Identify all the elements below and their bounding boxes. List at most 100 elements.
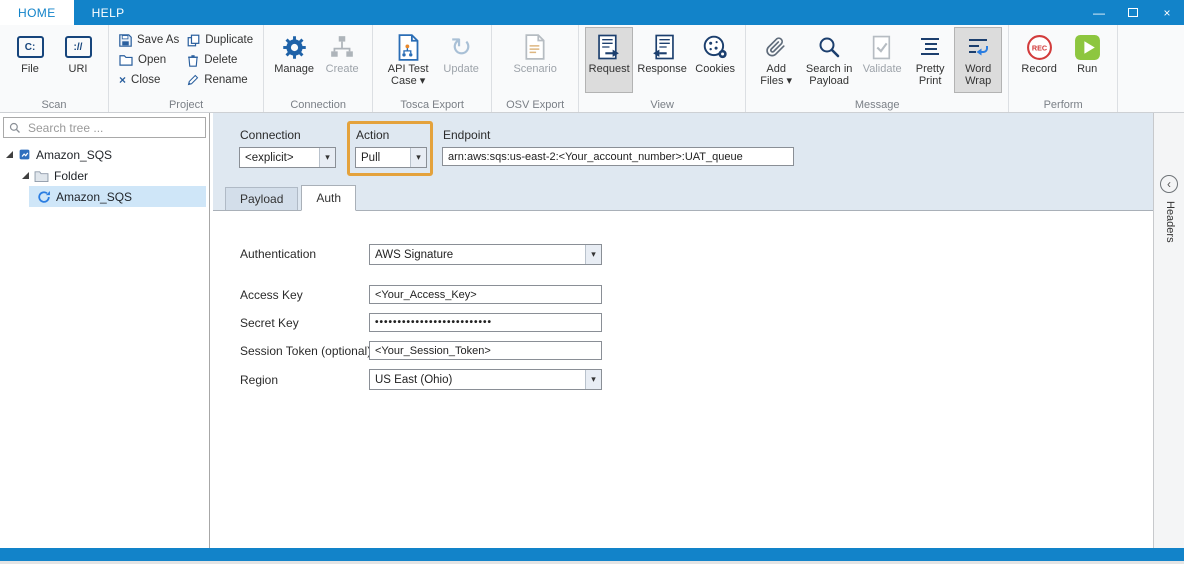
uri-button[interactable]: :// URI	[54, 27, 102, 93]
tree-item-label: Amazon_SQS	[56, 190, 132, 204]
pretty-print-button[interactable]: Pretty Print	[906, 27, 954, 93]
connection-label: Connection	[240, 128, 301, 142]
authentication-select[interactable]: AWS Signature ▾	[369, 244, 602, 265]
search-in-payload-button[interactable]: Search in Payload	[800, 27, 858, 93]
access-key-input[interactable]	[369, 285, 602, 304]
action-label: Action	[356, 128, 389, 142]
tab-auth[interactable]: Auth	[301, 185, 356, 211]
add-files-label: Add Files ▾	[754, 63, 798, 87]
action-select[interactable]: Pull ▾	[355, 147, 427, 168]
ribbon-group-label-message: Message	[746, 99, 1008, 111]
ribbon-group-label-scan: Scan	[0, 99, 108, 111]
record-button[interactable]: REC Record	[1015, 27, 1063, 93]
tree-search-input[interactable]	[26, 120, 200, 136]
word-wrap-button[interactable]: Word Wrap	[954, 27, 1002, 93]
response-view-label: Response	[637, 63, 687, 75]
validate-label: Validate	[863, 63, 902, 75]
scenario-icon	[524, 34, 546, 60]
run-button[interactable]: Run	[1063, 27, 1111, 93]
sync-request-icon	[37, 190, 51, 204]
endpoint-input[interactable]	[442, 147, 794, 166]
ribbon-tab-home[interactable]: HOME	[0, 0, 74, 25]
expander-icon[interactable]	[6, 151, 13, 158]
endpoint-label: Endpoint	[443, 128, 490, 142]
manage-label: Manage	[274, 63, 314, 75]
record-icon-text: REC	[1032, 43, 1048, 52]
ribbon-tab-help[interactable]: HELP	[74, 0, 143, 25]
validate-check-icon	[872, 35, 893, 60]
ribbon-group-label-view: View	[579, 99, 745, 111]
folder-open-icon	[119, 54, 133, 66]
tree-sidebar: Amazon_SQS Folder Amazon_SQS	[0, 113, 210, 548]
cookies-label: Cookies	[695, 63, 735, 75]
api-test-case-icon	[397, 34, 420, 61]
maximize-button[interactable]	[1116, 0, 1150, 25]
region-select[interactable]: US East (Ohio) ▾	[369, 369, 602, 390]
tab-payload[interactable]: Payload	[225, 187, 298, 210]
ribbon-group-osv-export: Scenario OSV Export	[492, 25, 579, 112]
ribbon-group-label-project: Project	[109, 99, 263, 111]
response-view-button[interactable]: Response	[633, 27, 691, 93]
ribbon: C: File :// URI Scan Save As Open	[0, 25, 1184, 113]
word-wrap-icon	[966, 35, 990, 59]
delete-button[interactable]: Delete	[183, 52, 257, 68]
api-test-case-label: API Test Case ▾	[381, 63, 435, 87]
uri-button-label: URI	[69, 63, 88, 75]
open-button[interactable]: Open	[115, 52, 183, 68]
uri-icon: ://	[65, 36, 92, 58]
file-button[interactable]: C: File	[6, 27, 54, 93]
minimize-button[interactable]: —	[1082, 0, 1116, 25]
create-button[interactable]: Create	[318, 27, 366, 93]
record-icon: REC	[1026, 34, 1053, 61]
scenario-button[interactable]: Scenario	[506, 27, 564, 93]
secret-key-input[interactable]	[369, 313, 602, 332]
save-as-label: Save As	[137, 34, 179, 46]
request-view-button[interactable]: Request	[585, 27, 633, 93]
session-token-input[interactable]	[369, 341, 602, 360]
manage-button[interactable]: Manage	[270, 27, 318, 93]
authentication-select-value: AWS Signature	[370, 245, 585, 264]
run-play-icon	[1074, 34, 1101, 61]
rename-button[interactable]: Rename	[183, 72, 257, 88]
scan-root-icon	[18, 148, 31, 161]
connection-select-value: <explicit>	[240, 148, 319, 167]
update-label: Update	[443, 63, 478, 75]
project-column-2: Duplicate Delete Rename	[183, 27, 257, 88]
duplicate-button[interactable]: Duplicate	[183, 32, 257, 48]
trash-icon	[187, 54, 199, 67]
cookies-button[interactable]: Cookies	[691, 27, 739, 93]
ribbon-group-project: Save As Open × Close Duplicate	[109, 25, 264, 112]
tree-item-amazon-sqs-root[interactable]: Amazon_SQS	[0, 144, 209, 165]
api-test-case-button[interactable]: API Test Case ▾	[379, 27, 437, 93]
access-key-label: Access Key	[240, 288, 303, 302]
bottom-status-bar	[0, 548, 1184, 561]
update-button[interactable]: ↻ Update	[437, 27, 485, 93]
tree-search-box	[3, 117, 206, 138]
request-icon	[598, 34, 621, 60]
search-icon	[817, 35, 841, 59]
validate-button[interactable]: Validate	[858, 27, 906, 93]
save-as-button[interactable]: Save As	[115, 32, 183, 48]
add-files-button[interactable]: Add Files ▾	[752, 27, 800, 93]
tree-item-folder[interactable]: Folder	[0, 165, 209, 186]
connection-select[interactable]: <explicit> ▾	[239, 147, 336, 168]
chevron-down-icon: ▾	[585, 245, 601, 264]
request-view-label: Request	[589, 63, 630, 75]
delete-label: Delete	[204, 54, 237, 66]
tree-item-amazon-sqs-request[interactable]: Amazon_SQS	[29, 186, 206, 207]
expander-icon[interactable]	[22, 172, 29, 179]
ribbon-group-view: Request Response Cookies View	[579, 25, 746, 112]
ribbon-group-label-connection: Connection	[264, 99, 372, 111]
request-header: Connection <explicit> ▾ Action Pull ▾ En…	[213, 113, 1153, 183]
expand-headers-button[interactable]: ‹	[1160, 175, 1178, 193]
file-button-label: File	[21, 63, 39, 75]
update-refresh-icon: ↻	[450, 34, 472, 60]
action-select-value: Pull	[356, 148, 410, 167]
close-button[interactable]: ×	[1150, 0, 1184, 25]
tree-item-label: Amazon_SQS	[36, 148, 112, 162]
ribbon-group-connection: Manage Create Connection	[264, 25, 373, 112]
duplicate-label: Duplicate	[205, 34, 253, 46]
maximize-icon	[1128, 8, 1138, 17]
close-project-button[interactable]: × Close	[115, 72, 183, 88]
search-icon	[9, 122, 21, 134]
